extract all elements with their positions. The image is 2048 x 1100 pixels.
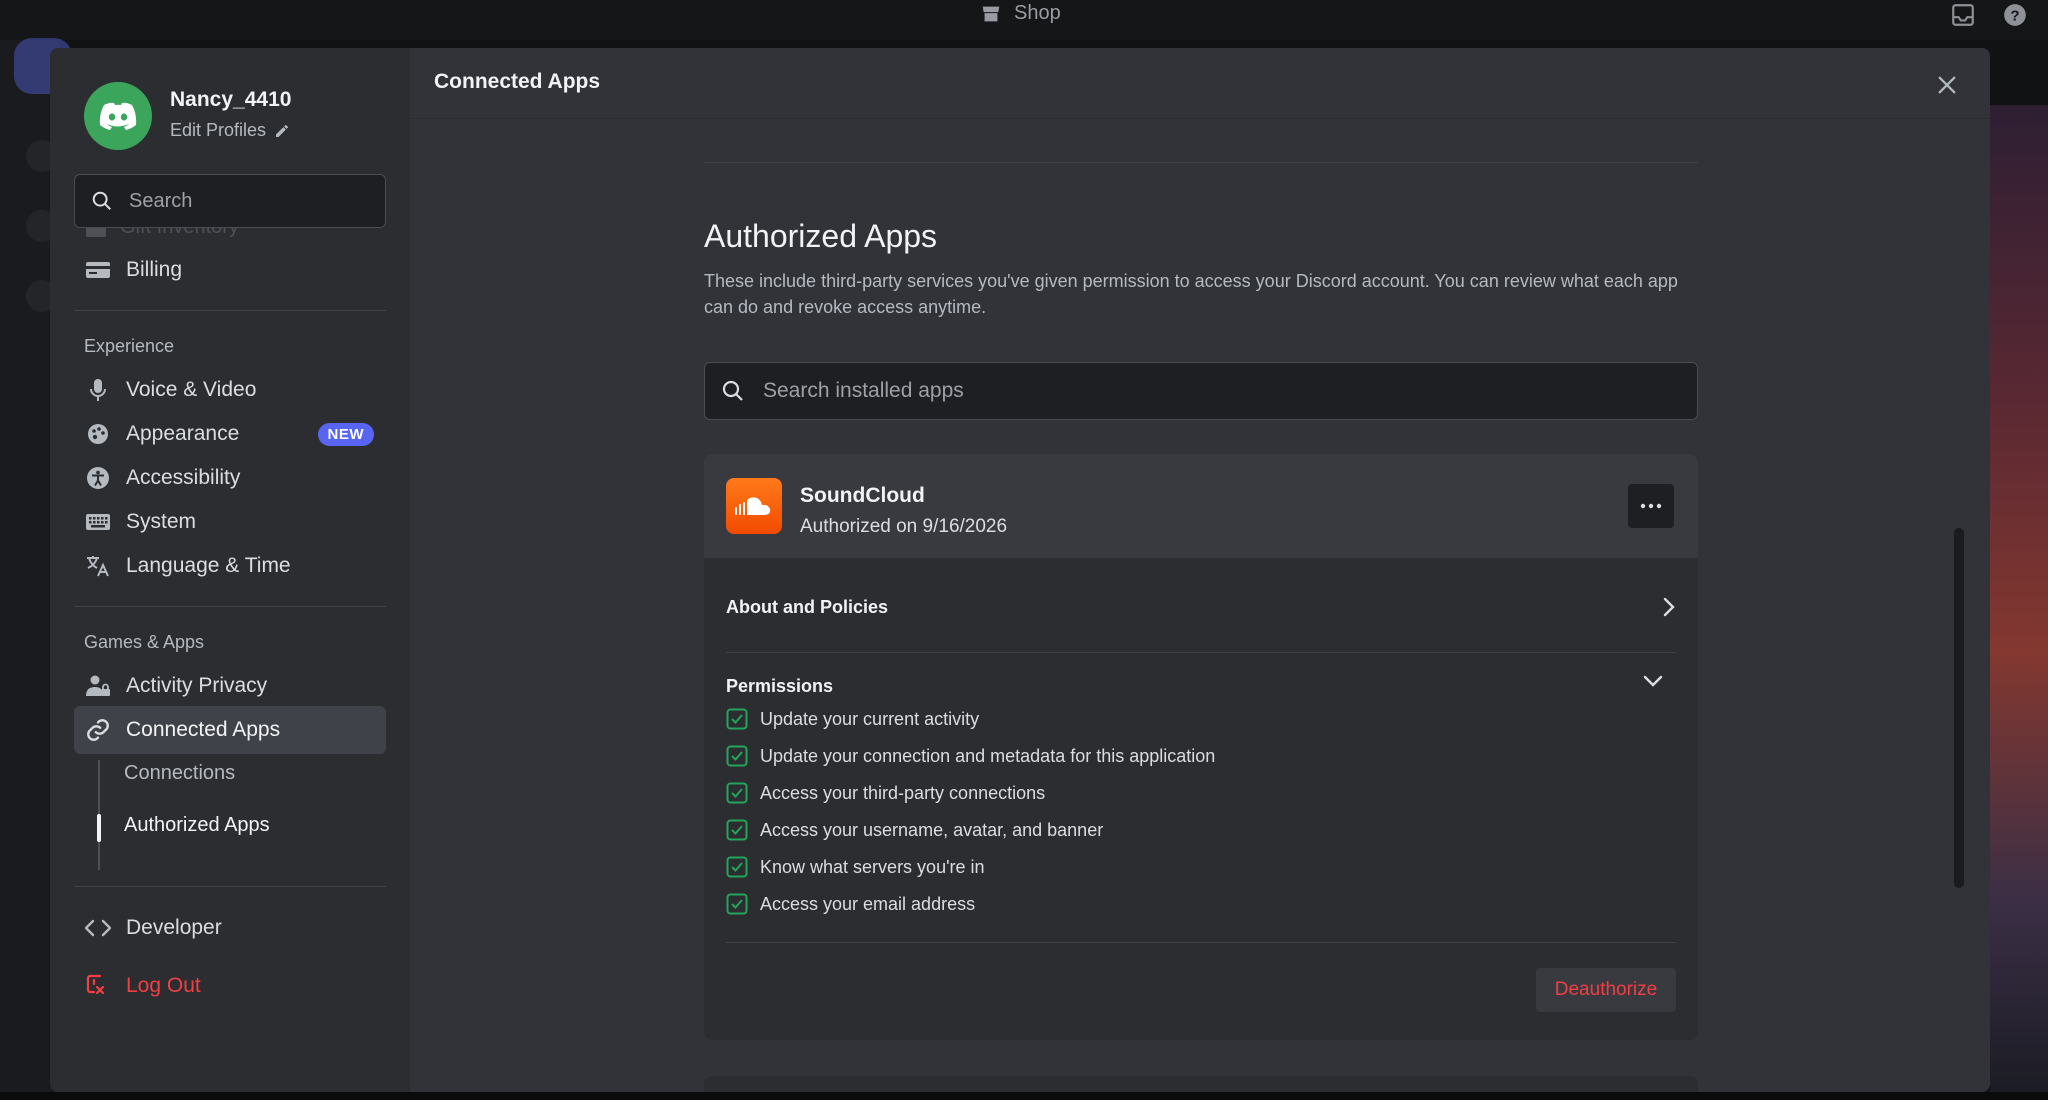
authorized-apps-description: These include third-party services you'v… — [704, 271, 1678, 317]
bottom-strip — [0, 1092, 2048, 1100]
person-lock-icon — [84, 674, 112, 698]
divider — [74, 606, 386, 607]
permissions-toggle[interactable] — [1642, 674, 1664, 693]
pencil-icon — [276, 124, 289, 137]
app-authorized-date: Authorized on 9/16/2026 — [800, 516, 1008, 537]
installed-apps-search[interactable] — [704, 362, 1698, 420]
permission-item: Access your username, avatar, and banner — [726, 819, 1103, 841]
check-icon — [726, 708, 748, 730]
settings-modal: Nancy_4410 Edit Profiles Gift Inventory … — [50, 48, 1990, 1092]
check-icon — [726, 856, 748, 878]
section-header-experience: Experience — [84, 336, 175, 356]
chevron-right-icon — [1663, 597, 1675, 617]
section-divider — [704, 162, 1698, 163]
page-title: Connected Apps — [434, 70, 601, 93]
app-name: SoundCloud — [800, 484, 925, 507]
app-card: SoundCloud Authorized on 9/16/2026 About… — [704, 454, 1698, 1040]
link-icon — [84, 717, 112, 743]
code-icon — [84, 918, 112, 938]
close-button[interactable] — [1930, 68, 1964, 102]
soundcloud-logo-icon — [726, 478, 782, 534]
check-icon — [726, 745, 748, 767]
sidebar-item-developer[interactable]: Developer — [74, 904, 386, 952]
active-indicator — [97, 814, 101, 842]
settings-sidebar: Nancy_4410 Edit Profiles Gift Inventory … — [50, 48, 410, 1092]
permission-item: Access your third-party connections — [726, 782, 1045, 804]
sidebar-subitem-connections[interactable]: Connections — [124, 762, 235, 785]
sidebar-subitem-authorized-apps[interactable]: Authorized Apps — [124, 814, 270, 837]
ellipsis-icon — [1640, 503, 1662, 509]
avatar[interactable] — [84, 82, 152, 150]
divider — [726, 942, 1676, 943]
username: Nancy_4410 — [170, 88, 292, 111]
discord-logo-icon — [99, 102, 137, 130]
inbox-icon[interactable] — [1950, 2, 1976, 28]
sidebar-search[interactable] — [74, 174, 386, 228]
divider — [74, 310, 386, 311]
header-divider — [410, 118, 1990, 119]
search-icon — [92, 191, 111, 210]
new-badge: NEW — [317, 422, 374, 446]
sidebar-item-language-time[interactable]: Language & Time — [74, 542, 386, 590]
translate-icon — [84, 554, 112, 578]
check-icon — [726, 782, 748, 804]
settings-content: Connected Apps Authorized Apps These inc… — [410, 48, 1990, 1092]
background-image — [1990, 105, 2048, 1100]
shop-icon — [982, 6, 1000, 21]
sidebar-item-system[interactable]: System — [74, 498, 386, 546]
log-out-icon — [84, 973, 112, 999]
about-policies-label: About and Policies — [726, 596, 889, 617]
svg-text:?: ? — [2010, 7, 2019, 24]
permission-item: Update your current activity — [726, 708, 979, 730]
permission-item: Know what servers you're in — [726, 856, 985, 878]
search-icon — [722, 380, 743, 401]
permission-item: Access your email address — [726, 893, 975, 915]
app-card-header: SoundCloud Authorized on 9/16/2026 — [704, 454, 1698, 558]
divider — [74, 886, 386, 887]
divider — [726, 652, 1676, 653]
sidebar-item-log-out[interactable]: Log Out — [74, 962, 386, 1010]
about-policies-row[interactable]: About and Policies — [726, 582, 1676, 632]
next-app-card — [704, 1076, 1698, 1092]
search-input[interactable] — [127, 188, 371, 214]
permission-item: Update your connection and metadata for … — [726, 745, 1215, 767]
sidebar-item-accessibility[interactable]: Accessibility — [74, 454, 386, 502]
section-header-games-apps: Games & Apps — [84, 632, 205, 652]
keyboard-icon — [84, 513, 112, 531]
edit-profiles-link[interactable]: Edit Profiles — [170, 120, 290, 141]
more-options-button[interactable] — [1628, 484, 1674, 528]
credit-card-icon — [84, 260, 112, 280]
title-bar: Shop ? — [0, 0, 2048, 40]
deauthorize-button[interactable]: Deauthorize — [1536, 968, 1676, 1012]
microphone-icon — [84, 378, 112, 402]
sidebar-item-appearance[interactable]: Appearance NEW — [74, 410, 386, 458]
sidebar-item-activity-privacy[interactable]: Activity Privacy — [74, 662, 386, 710]
accessibility-icon — [84, 466, 112, 490]
help-icon[interactable]: ? — [2002, 2, 2028, 28]
check-icon — [726, 819, 748, 841]
close-icon — [1938, 76, 1956, 94]
permissions-label: Permissions — [726, 676, 834, 696]
installed-apps-search-input[interactable] — [761, 378, 1665, 404]
authorized-apps-heading: Authorized Apps — [704, 218, 938, 254]
check-icon — [726, 893, 748, 915]
sidebar-item-billing[interactable]: Billing — [74, 246, 386, 294]
scrollbar[interactable] — [1954, 528, 1964, 888]
chevron-down-icon — [1643, 675, 1663, 687]
sidebar-item-voice-video[interactable]: Voice & Video — [74, 366, 386, 414]
sidebar-item-connected-apps[interactable]: Connected Apps — [74, 706, 386, 754]
shop-label[interactable]: Shop — [980, 2, 1061, 25]
palette-icon — [84, 422, 112, 446]
